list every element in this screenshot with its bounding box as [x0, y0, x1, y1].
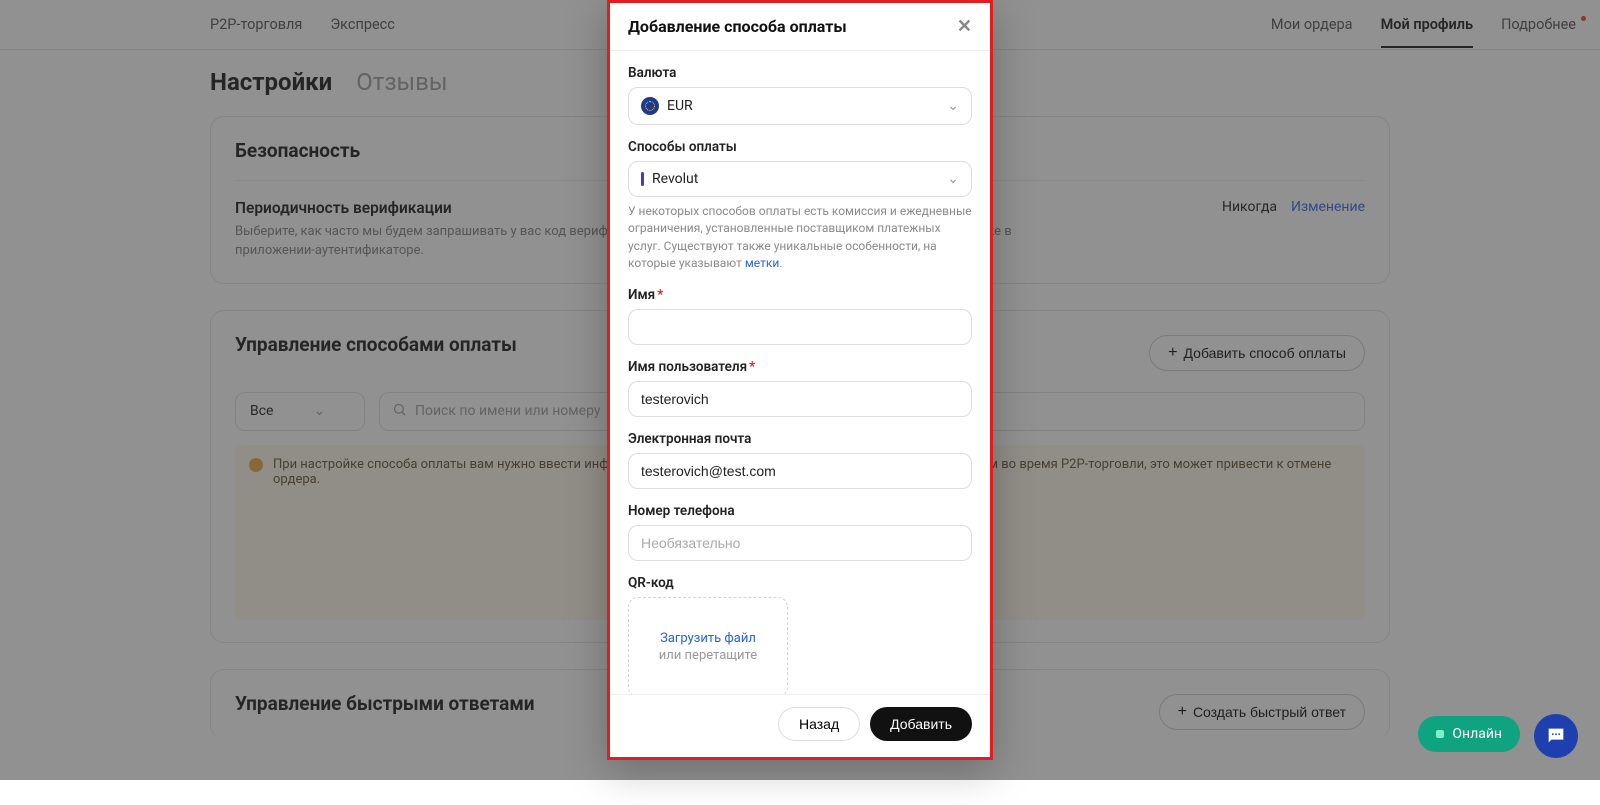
currency-label: Валюта [628, 65, 972, 81]
chevron-down-icon: ⌄ [947, 98, 959, 114]
phone-input[interactable] [628, 525, 972, 561]
close-icon[interactable]: ✕ [957, 18, 972, 36]
online-label: Онлайн [1452, 726, 1502, 742]
chat-fab[interactable] [1534, 714, 1578, 758]
qr-upload-area[interactable]: Загрузить файл или перетащите [628, 597, 788, 694]
email-label: Электронная почта [628, 431, 972, 447]
method-helper: У некоторых способов оплаты есть комисси… [628, 203, 972, 273]
currency-select[interactable]: EUR ⌄ [628, 87, 972, 125]
chat-icon [1545, 725, 1567, 747]
eu-flag-icon [641, 97, 659, 115]
qr-label: QR-код [628, 575, 972, 591]
email-input[interactable] [628, 453, 972, 489]
method-label: Способы оплаты [628, 139, 972, 155]
username-label: Имя пользователя* [628, 359, 972, 375]
method-color-tag [641, 172, 644, 186]
chevron-down-icon: ⌄ [947, 171, 959, 187]
online-badge[interactable]: Онлайн [1418, 716, 1520, 752]
back-button[interactable]: Назад [778, 707, 860, 741]
modal-overlay: Добавление способа оплаты ✕ Валюта EUR ⌄… [0, 0, 1600, 780]
add-button[interactable]: Добавить [870, 707, 972, 741]
name-input[interactable] [628, 309, 972, 345]
username-input[interactable] [628, 381, 972, 417]
add-payment-method-modal: Добавление способа оплаты ✕ Валюта EUR ⌄… [607, 0, 993, 760]
modal-title: Добавление способа оплаты [628, 17, 847, 36]
method-helper-text: У некоторых способов оплаты есть комисси… [628, 204, 972, 270]
currency-value: EUR [667, 98, 693, 114]
upload-file-link[interactable]: Загрузить файл [660, 631, 756, 646]
online-dot-icon [1436, 730, 1444, 738]
method-tags-link[interactable]: метки [745, 256, 779, 270]
modal-body[interactable]: Валюта EUR ⌄ Способы оплаты Revolut [610, 51, 990, 694]
phone-label: Номер телефона [628, 503, 972, 519]
name-label: Имя* [628, 287, 972, 303]
method-value: Revolut [652, 171, 698, 187]
upload-sub-text: или перетащите [659, 648, 757, 663]
method-select[interactable]: Revolut ⌄ [628, 161, 972, 197]
